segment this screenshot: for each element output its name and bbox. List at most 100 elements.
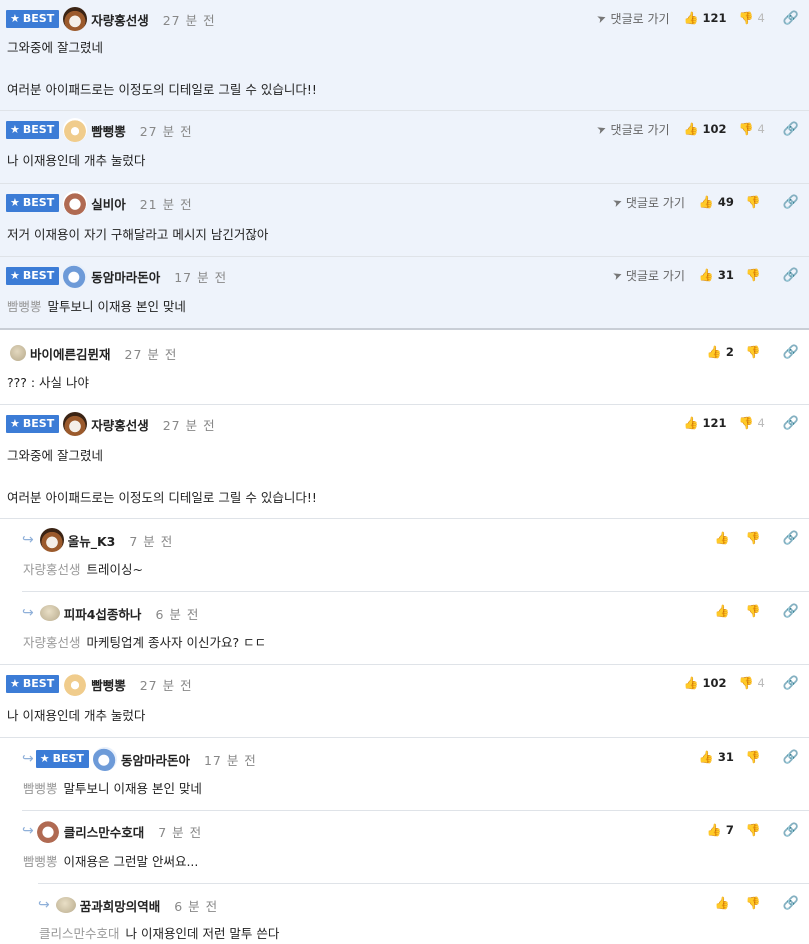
upvote-button[interactable]: 👍 121 <box>684 416 727 430</box>
link-icon[interactable]: 🔗 <box>783 195 799 210</box>
downvote-button[interactable]: 👎 <box>746 823 765 837</box>
downvote-button[interactable]: 👎 <box>746 531 765 545</box>
star-icon: ★ <box>10 196 20 209</box>
avatar[interactable] <box>92 747 117 771</box>
link-icon[interactable]: 🔗 <box>783 750 799 765</box>
star-icon: ★ <box>10 123 20 136</box>
avatar[interactable] <box>55 897 76 913</box>
downvote-button[interactable]: 👎 <box>746 268 765 282</box>
goto-comment-link[interactable]: ➤ 댓글로 가기 <box>611 267 685 284</box>
nickname[interactable]: 빰뻥뽕 <box>91 121 126 140</box>
downvote-button[interactable]: 👎 4 <box>739 416 765 430</box>
upvote-button[interactable]: 👍 <box>715 604 734 618</box>
reply-to-nick[interactable]: 빰뻥뽕 <box>7 299 42 314</box>
avatar[interactable] <box>10 345 26 361</box>
link-icon[interactable]: 🔗 <box>783 11 799 26</box>
thumbs-down-icon: 👎 <box>745 896 761 910</box>
reply-comment: ↪ 피파4섭종하나 6 분 전 👍 👎 🔗 자량홍선생 마케팅업계 종사자 이신가… <box>0 592 809 665</box>
nickname[interactable]: 실비아 <box>91 194 126 213</box>
upvote-button[interactable]: 👍 102 <box>684 676 727 690</box>
comment-text: 그와중에 잘그렸네 <box>7 448 103 463</box>
avatar[interactable] <box>39 605 60 621</box>
link-icon[interactable]: 🔗 <box>783 268 799 283</box>
avatar[interactable] <box>39 528 64 552</box>
goto-comment-link[interactable]: ➤ 댓글로 가기 <box>595 10 669 27</box>
link-icon[interactable]: 🔗 <box>783 823 799 838</box>
reply-arrow-icon: ↪ <box>22 823 34 839</box>
nickname[interactable]: 동암마라돈아 <box>91 267 160 286</box>
avatar[interactable] <box>63 264 88 288</box>
best-comment-4: ★ BEST 동암마라돈아 17 분 전 ➤ 댓글로 가기 👍 31 👎 🔗 빰뻥뽕 말… <box>0 257 809 330</box>
link-icon[interactable]: 🔗 <box>783 676 799 691</box>
comment-text: 빰뻥뽕 말투보니 이재용 본인 맞네 <box>7 299 186 314</box>
thumbs-down-icon: 👎 <box>738 676 754 690</box>
reply-to-nick[interactable]: 빰뻥뽕 <box>23 781 58 796</box>
avatar[interactable] <box>63 191 88 215</box>
avatar[interactable] <box>63 118 88 142</box>
comment-text: ??? : 사실 나야 <box>7 375 90 390</box>
link-icon[interactable]: 🔗 <box>783 604 799 619</box>
nickname[interactable]: 클리스만수호대 <box>64 822 145 841</box>
goto-comment-link[interactable]: ➤ 댓글로 가기 <box>595 121 669 138</box>
downvote-button[interactable]: 👎 4 <box>739 122 765 136</box>
upvote-button[interactable]: 👍 102 <box>684 122 727 136</box>
downvote-button[interactable]: 👎 <box>746 896 765 910</box>
link-icon[interactable]: 🔗 <box>783 416 799 431</box>
nickname[interactable]: 바이에른김뮌재 <box>30 344 111 363</box>
timestamp: 17 분 전 <box>203 752 257 768</box>
reply-arrow-icon: ↪ <box>22 605 34 621</box>
link-icon[interactable]: 🔗 <box>783 122 799 137</box>
nickname[interactable]: 꿈과희망의역배 <box>80 896 161 915</box>
nickname[interactable]: 자량홍선생 <box>91 415 149 434</box>
upvote-button[interactable]: 👍 31 <box>699 268 734 282</box>
downvote-button[interactable]: 👎 <box>746 604 765 618</box>
avatar[interactable] <box>63 412 88 436</box>
downvote-button[interactable]: 👎 4 <box>739 11 765 25</box>
reply-to-nick[interactable]: 자량홍선생 <box>23 562 81 577</box>
downvote-button[interactable]: 👎 4 <box>739 676 765 690</box>
reply-to-nick[interactable]: 클리스만수호대 <box>39 926 120 941</box>
upvote-button[interactable]: 👍 <box>715 531 734 545</box>
reply-to-nick[interactable]: 자량홍선생 <box>23 635 81 650</box>
timestamp: 27 분 전 <box>162 12 216 28</box>
nickname[interactable]: 동암마라돈아 <box>121 750 190 769</box>
send-arrow-icon: ➤ <box>610 194 624 210</box>
nickname[interactable]: 올뉴_K3 <box>68 531 116 550</box>
upvote-button[interactable]: 👍 <box>715 896 734 910</box>
nickname[interactable]: 빰뻥뽕 <box>91 675 126 694</box>
star-icon: ★ <box>39 752 50 765</box>
link-icon[interactable]: 🔗 <box>783 531 799 546</box>
upvote-button[interactable]: 👍 31 <box>699 750 734 764</box>
downvote-button[interactable]: 👎 <box>746 750 765 764</box>
upvote-button[interactable]: 👍 121 <box>684 11 727 25</box>
upvote-button[interactable]: 👍 2 <box>707 345 734 359</box>
comment-text: 빰뻥뽕 말투보니 이재용 본인 맞네 <box>23 781 202 796</box>
nickname[interactable]: 피파4섭종하나 <box>64 604 142 623</box>
thumbs-down-icon: 👎 <box>738 11 754 25</box>
timestamp: 21 분 전 <box>139 196 193 212</box>
best-badge: ★ BEST <box>6 194 60 212</box>
downvote-button[interactable]: 👎 <box>746 195 765 209</box>
downvote-button[interactable]: 👎 <box>746 345 765 359</box>
nickname[interactable]: 자량홍선생 <box>91 10 149 29</box>
send-arrow-icon: ➤ <box>595 121 609 137</box>
comment: ★ BEST 빰뻥뽕 27 분 전 👍 102 👎 4 🔗 나 이재용인데 개추 눌렀… <box>0 665 809 738</box>
best-comment-1: ★ BEST 자량홍선생 27 분 전 ➤ 댓글로 가기 👍 121 👎 4 🔗 그와중… <box>0 0 809 111</box>
thumbs-up-icon: 👍 <box>714 604 730 618</box>
thumbs-up-icon: 👍 <box>683 416 699 430</box>
thumbs-up-icon: 👍 <box>683 676 699 690</box>
avatar[interactable] <box>63 672 88 696</box>
reply-to-nick[interactable]: 빰뻥뽕 <box>23 854 58 869</box>
avatar[interactable] <box>35 819 60 843</box>
upvote-button[interactable]: 👍 7 <box>707 823 734 837</box>
upvote-button[interactable]: 👍 49 <box>699 195 734 209</box>
goto-comment-link[interactable]: ➤ 댓글로 가기 <box>610 194 685 211</box>
reply-comment: ↪ 클리스만수호대 7 분 전 👍 7 👎 🔗 빰뻥뽕 이재용은 그런말 안써요..… <box>0 811 809 884</box>
comment-text: 나 이재용인데 개추 눌렀다 <box>7 153 146 168</box>
thumbs-up-icon: 👍 <box>698 750 714 764</box>
comment-text: 클리스만수호대 나 이재용인데 저런 말투 쓴다 <box>39 926 280 941</box>
avatar[interactable] <box>63 7 88 31</box>
link-icon[interactable]: 🔗 <box>783 896 799 911</box>
link-icon[interactable]: 🔗 <box>783 345 799 360</box>
best-badge: ★ BEST <box>6 10 60 28</box>
